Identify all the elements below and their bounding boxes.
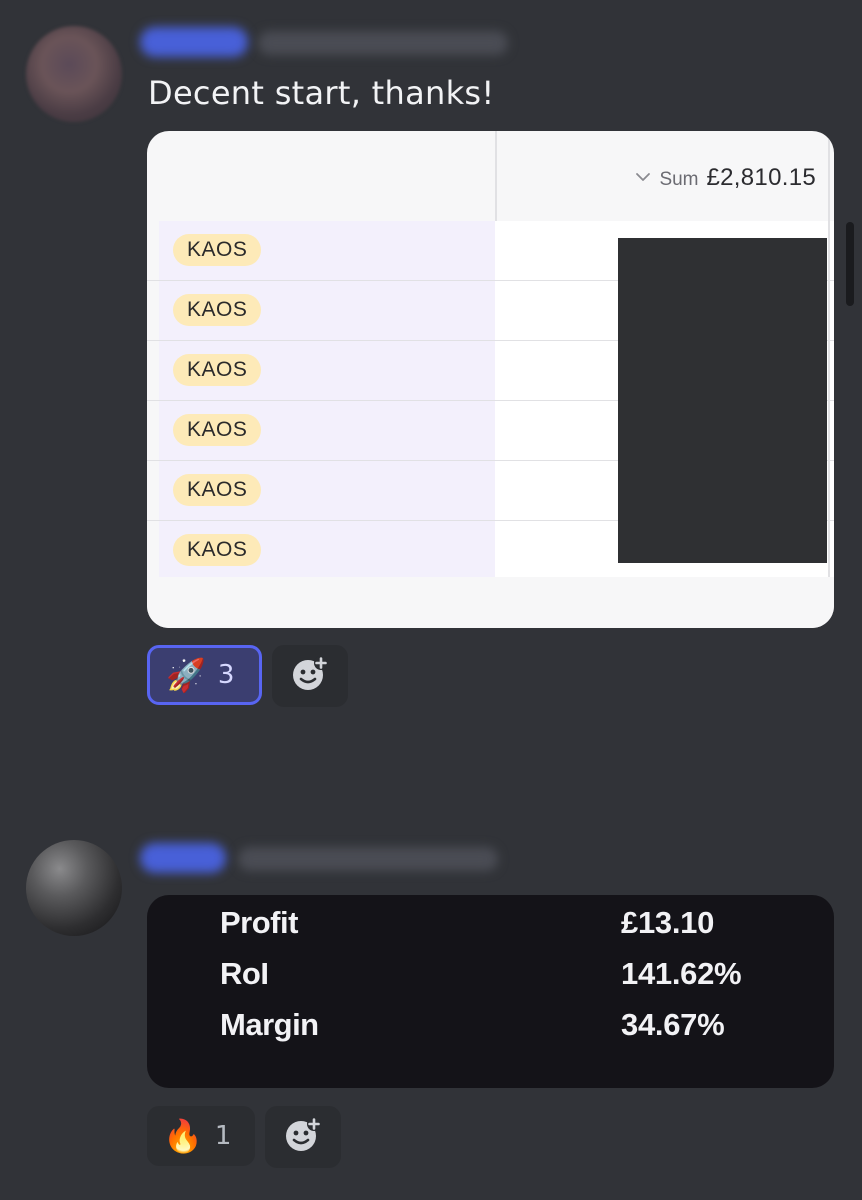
- stat-row-roi: RoI 141.62%: [147, 950, 834, 1000]
- add-reaction-button[interactable]: [272, 645, 348, 707]
- tag-chip: KAOS: [173, 534, 262, 566]
- timestamp-redacted: [238, 847, 498, 871]
- rocket-emoji: 🚀: [166, 656, 206, 694]
- reaction-count: 1: [214, 1121, 232, 1151]
- stat-label: Profit: [220, 905, 298, 940]
- fire-emoji: 🔥: [163, 1117, 203, 1155]
- add-reaction-icon: [291, 655, 329, 697]
- stat-value: £13.10: [621, 905, 715, 940]
- chevron-down-icon: [635, 169, 651, 187]
- username-redacted[interactable]: [140, 27, 248, 57]
- stat-label: RoI: [220, 956, 269, 991]
- add-reaction-button[interactable]: [265, 1106, 341, 1168]
- stat-row-profit: Profit £13.10: [147, 899, 834, 949]
- stat-label: Margin: [220, 1007, 319, 1042]
- stats-image-attachment[interactable]: Profit £13.10 RoI 141.62% Margin 34.67%: [147, 895, 834, 1088]
- tag-chip: KAOS: [173, 354, 262, 386]
- redacted-values-block: [618, 238, 827, 563]
- message-1: Decent start, thanks! Sum £2,810.15 KAOS…: [0, 0, 862, 720]
- reaction-fire[interactable]: 🔥 1: [147, 1106, 255, 1166]
- reaction-rocket[interactable]: 🚀 3: [147, 645, 262, 705]
- tag-chip: KAOS: [173, 474, 262, 506]
- stat-value: 34.67%: [621, 1007, 725, 1042]
- image-attachment[interactable]: Sum £2,810.15 KAOS KAOS KAOS KAOS KAOS K…: [147, 131, 834, 628]
- message-text: Decent start, thanks!: [148, 74, 495, 112]
- scrollbar-thumb[interactable]: [846, 222, 854, 306]
- timestamp-redacted: [258, 31, 508, 55]
- tag-chip: KAOS: [173, 294, 262, 326]
- table-footer: [147, 577, 834, 628]
- user-avatar[interactable]: [26, 26, 122, 122]
- divider: [828, 131, 830, 577]
- sum-summary: Sum £2,810.15: [635, 164, 816, 192]
- user-avatar[interactable]: [26, 840, 122, 936]
- stat-value: 141.62%: [621, 956, 742, 991]
- add-reaction-icon: [284, 1116, 322, 1158]
- sum-label: Sum: [659, 169, 699, 190]
- stat-row-margin: Margin 34.67%: [147, 1001, 834, 1051]
- reaction-count: 3: [217, 660, 235, 690]
- tag-chip: KAOS: [173, 414, 262, 446]
- username-redacted[interactable]: [140, 843, 226, 873]
- tag-chip: KAOS: [173, 234, 262, 266]
- sum-value: £2,810.15: [706, 164, 816, 191]
- divider: [495, 131, 497, 221]
